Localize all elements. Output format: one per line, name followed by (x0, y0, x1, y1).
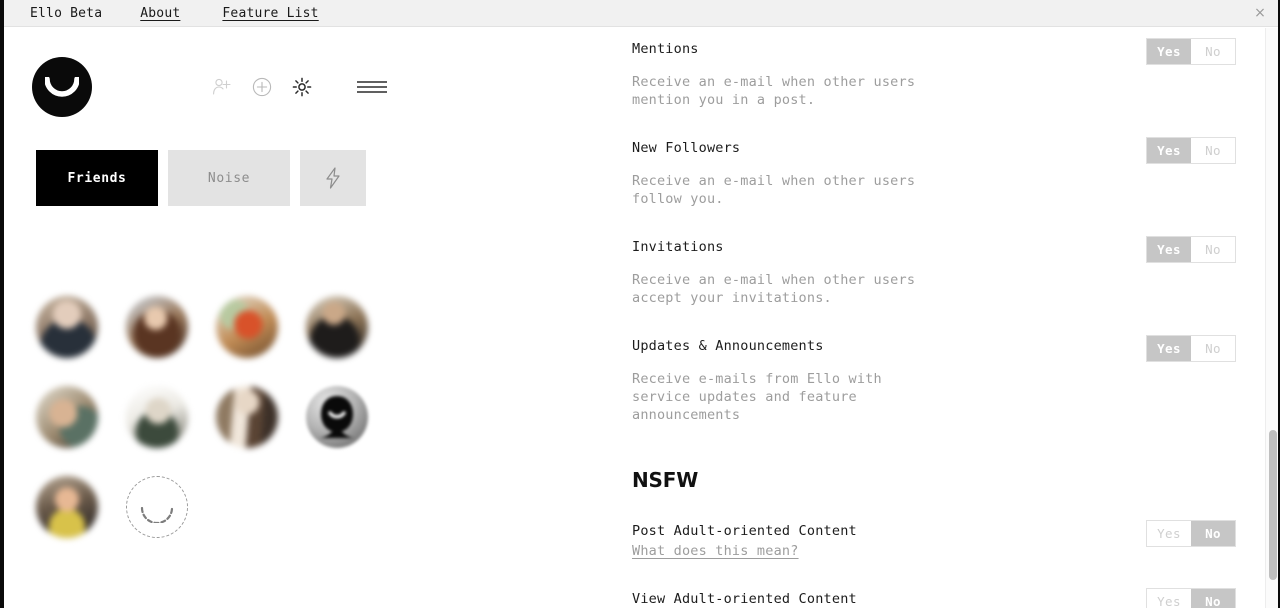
avatar[interactable] (306, 296, 368, 358)
nav-link-about[interactable]: About (130, 0, 190, 27)
top-bar-items: Ello Beta About Feature List (4, 0, 329, 27)
section-heading-nsfw: NSFW (632, 468, 699, 492)
setting-row-mentions: Mentions Receive an e-mail when other us… (632, 38, 1280, 109)
top-bar: Ello Beta About Feature List × (4, 0, 1280, 27)
setting-row-updates-announcements: Updates & Announcements Receive e-mails … (632, 335, 1280, 424)
toggle-invitations[interactable]: Yes No (1146, 236, 1236, 263)
nav-icon-group (202, 67, 392, 107)
left-panel: Friends Noise (4, 28, 600, 608)
brand-row (32, 57, 572, 119)
toggle-no-option[interactable]: No (1191, 237, 1235, 262)
setting-title: New Followers (632, 140, 741, 156)
setting-row-invitations: Invitations Receive an e-mail when other… (632, 236, 1280, 307)
ello-settings-window: Ello Beta About Feature List × Friends N… (0, 0, 1280, 608)
avatar[interactable] (216, 386, 278, 448)
toggle-view-adult-content[interactable]: Yes No (1146, 588, 1236, 608)
toggle-yes-option[interactable]: Yes (1147, 237, 1191, 262)
setting-title: Updates & Announcements (632, 338, 824, 354)
tab-noise-label: Noise (207, 170, 251, 186)
setting-title: Post Adult-oriented Content (632, 523, 857, 539)
setting-description: Receive an e-mail when other users accep… (632, 272, 916, 306)
toggle-yes-option[interactable]: Yes (1147, 138, 1191, 163)
close-icon[interactable]: × (1253, 6, 1267, 20)
avatar[interactable] (126, 296, 188, 358)
scrollbar-thumb[interactable] (1269, 430, 1277, 580)
tab-noise[interactable]: Noise (168, 150, 290, 206)
tab-friends-label: Friends (67, 170, 127, 186)
setting-description: Receive e-mails from Ello with service u… (632, 371, 882, 423)
avatar-add-placeholder[interactable] (126, 476, 188, 538)
what-does-this-mean-link[interactable]: What does this mean? (632, 542, 799, 560)
setting-title: Invitations (632, 239, 724, 255)
toggle-no-option[interactable]: No (1191, 521, 1235, 546)
toggle-no-option[interactable]: No (1191, 336, 1235, 361)
hamburger-menu-icon[interactable] (352, 67, 392, 107)
avatar[interactable] (36, 476, 98, 538)
nav-link-feature-list[interactable]: Feature List (212, 0, 328, 27)
settings-list: Mentions Receive an e-mail when other us… (600, 28, 1280, 608)
plus-circle-icon[interactable] (242, 67, 282, 107)
setting-description: Receive an e-mail when other users follo… (632, 173, 916, 207)
setting-title: Mentions (632, 41, 699, 57)
stream-tabs: Friends Noise (36, 150, 366, 206)
setting-row-view-adult-content: View Adult-oriented Content Yes No (632, 588, 1280, 608)
settings-panel: Mentions Receive an e-mail when other us… (600, 28, 1280, 608)
add-person-icon[interactable] (202, 67, 242, 107)
toggle-mentions[interactable]: Yes No (1146, 38, 1236, 65)
gear-icon[interactable] (282, 67, 322, 107)
avatar-ello-logo[interactable] (306, 386, 368, 448)
friends-avatar-grid (36, 296, 456, 538)
tab-friends[interactable]: Friends (36, 150, 158, 206)
ello-logo[interactable] (32, 57, 92, 117)
toggle-yes-option[interactable]: Yes (1147, 39, 1191, 64)
avatar[interactable] (36, 296, 98, 358)
toggle-no-option[interactable]: No (1191, 39, 1235, 64)
app-title: Ello Beta (30, 5, 103, 21)
setting-row-post-adult-content: Post Adult-oriented Content What does th… (632, 520, 1280, 560)
avatar[interactable] (36, 386, 98, 448)
toggle-updates-announcements[interactable]: Yes No (1146, 335, 1236, 362)
toggle-no-option[interactable]: No (1191, 138, 1235, 163)
setting-row-new-followers: New Followers Receive an e-mail when oth… (632, 137, 1280, 208)
setting-description: Receive an e-mail when other users menti… (632, 74, 916, 108)
setting-title: View Adult-oriented Content (632, 591, 857, 607)
toggle-post-adult-content[interactable]: Yes No (1146, 520, 1236, 547)
toggle-yes-option[interactable]: Yes (1147, 336, 1191, 361)
toggle-yes-option[interactable]: Yes (1147, 521, 1191, 546)
lightning-bolt-icon (326, 167, 340, 189)
avatar[interactable] (126, 386, 188, 448)
toggle-yes-option[interactable]: Yes (1147, 589, 1191, 608)
avatar[interactable] (216, 296, 278, 358)
toggle-no-option[interactable]: No (1191, 589, 1235, 608)
tab-lightning[interactable] (300, 150, 366, 206)
toggle-new-followers[interactable]: Yes No (1146, 137, 1236, 164)
